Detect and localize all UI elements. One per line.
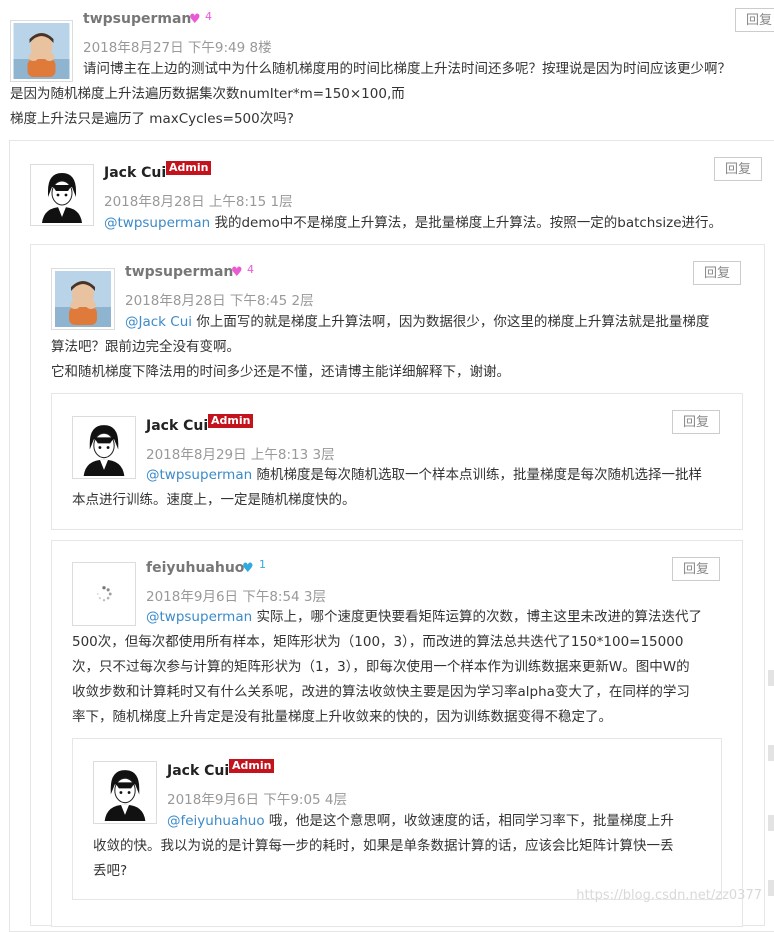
- edge-fragment: [768, 745, 774, 761]
- comment-author[interactable]: Jack Cui: [146, 418, 208, 434]
- comment-line: 你上面写的就是梯度上升算法啊，因为数据很少，你这里的梯度上升算法就是批量梯度: [192, 314, 710, 330]
- heart-count: 4: [205, 10, 212, 23]
- edge-fragment: [768, 880, 774, 896]
- comment-line: 本点进行训练。速度上，一定是随机梯度快的。: [72, 492, 356, 508]
- edge-fragment: [768, 670, 774, 686]
- heart-icon: ♥: [231, 265, 243, 280]
- mention-link[interactable]: @twpsuperman: [146, 467, 252, 483]
- avatar[interactable]: [30, 164, 94, 226]
- reply-button[interactable]: 回复: [714, 157, 762, 181]
- comment-line: 随机梯度是每次随机选取一个样本点训练，批量梯度是每次随机选择一批样: [252, 467, 702, 483]
- comment-meta: 2018年9月6日 下午8:54 3层: [146, 589, 327, 605]
- comment-line: 梯度上升法只是遍历了 maxCycles=500次吗?: [10, 111, 294, 127]
- comment-author[interactable]: feiyuhuahuo: [146, 560, 244, 576]
- admin-badge: Admin: [166, 161, 212, 175]
- mention-link[interactable]: @twpsuperman: [104, 215, 210, 231]
- mention-link[interactable]: @feiyuhuahuo: [167, 813, 265, 829]
- comment-text: @feiyuhuahuo 哦，他是这个意思啊，收敛速度的话，相同学习率下，批量梯…: [167, 809, 717, 834]
- comment-line: 收敛的快。我以为说的是计算每一步的耗时，如果是单条数据计算的话，应该会比矩阵计算…: [93, 838, 674, 854]
- comment-line: 500次，但每次都使用所有样本，矩阵形状为（100，3），而改进的算法总共迭代了…: [72, 634, 684, 650]
- comment-line: 实际上，哪个速度更快要看矩阵运算的次数，博主这里未改进的算法迭代了: [252, 609, 702, 625]
- comment-meta: 2018年8月28日 下午8:45 2层: [125, 293, 314, 309]
- edge-fragment: [768, 815, 774, 831]
- comment-meta: 2018年9月6日 下午9:05 4层: [167, 792, 348, 808]
- heart-count: 4: [247, 263, 254, 276]
- comment-author[interactable]: Jack Cui: [104, 165, 166, 181]
- comment-author[interactable]: twpsuperman: [83, 11, 191, 27]
- comment-text: @Jack Cui 你上面写的就是梯度上升算法啊，因为数据很少，你这里的梯度上升…: [125, 310, 740, 335]
- comment-text: 收敛的快。我以为说的是计算每一步的耗时，如果是单条数据计算的话，应该会比矩阵计算…: [93, 834, 718, 884]
- comment-line: 算法吧？跟前边完全没有变啊。: [51, 339, 240, 355]
- comment-meta: 2018年8月28日 上午8:15 1层: [104, 194, 293, 210]
- mention-link[interactable]: @twpsuperman: [146, 609, 252, 625]
- comment-line: 次，只不过每次参与计算的矩阵形状为（1，3），即每次使用一个样本作为训练数据来更…: [72, 659, 690, 675]
- comment-text: @twpsuperman 实际上，哪个速度更快要看矩阵运算的次数，博主这里未改进…: [146, 605, 736, 630]
- avatar[interactable]: [72, 416, 136, 479]
- comment-text: 本点进行训练。速度上，一定是随机梯度快的。: [72, 488, 732, 513]
- heart-count: 1: [259, 558, 266, 571]
- comment-text: @twpsuperman 随机梯度是每次随机选取一个样本点训练，批量梯度是每次随…: [146, 463, 736, 488]
- admin-badge: Admin: [208, 414, 254, 428]
- comment-line: 丢吧?: [93, 863, 128, 879]
- comment-line: 请问博主在上边的测试中为什么随机梯度用的时间比梯度上升法时间还多呢？按理说是因为…: [83, 61, 731, 77]
- heart-icon: ♥: [242, 561, 254, 576]
- comment-author[interactable]: Jack Cui: [167, 763, 229, 779]
- comment-text: 算法吧？跟前边完全没有变啊。 它和随机梯度下降法用的时间多少还是不懂，还请博主能…: [51, 335, 741, 385]
- reply-button[interactable]: 回复: [693, 261, 741, 285]
- avatar[interactable]: [93, 761, 157, 824]
- comment-text: 请问博主在上边的测试中为什么随机梯度用的时间比梯度上升法时间还多呢？按理说是因为…: [83, 57, 773, 82]
- comment-line: 我的demo中不是梯度上升算法，是批量梯度上升算法。按照一定的batchsize…: [210, 215, 723, 231]
- avatar[interactable]: [72, 562, 136, 626]
- comment-line: 率下，随机梯度上升肯定是没有批量梯度上升收敛来的快的，因为训练数据变得不稳定了。: [72, 709, 612, 725]
- comment-meta: 2018年8月29日 上午8:13 3层: [146, 447, 335, 463]
- comment-text: 是因为随机梯度上升法遍历数据集次数numIter*m=150×100,而 梯度上…: [10, 82, 770, 132]
- comment-line: 哦，他是这个意思啊，收敛速度的话，相同学习率下，批量梯度上升: [264, 813, 674, 829]
- reply-button[interactable]: 回复: [735, 8, 774, 32]
- watermark: https://blog.csdn.net/zz0377: [576, 888, 762, 903]
- comment-text: @twpsuperman 我的demo中不是梯度上升算法，是批量梯度上升算法。按…: [104, 211, 744, 236]
- comment-meta: 2018年8月27日 下午9:49 8楼: [83, 40, 272, 56]
- comment-line: 收敛步数和计算耗时又有什么关系呢，改进的算法收敛快主要是因为学习率alpha变大…: [72, 684, 690, 700]
- avatar[interactable]: [10, 20, 73, 82]
- reply-button[interactable]: 回复: [672, 557, 720, 581]
- comment-author[interactable]: twpsuperman: [125, 264, 233, 280]
- heart-icon: ♥: [189, 12, 201, 27]
- comment-text: 500次，但每次都使用所有样本，矩阵形状为（100，3），而改进的算法总共迭代了…: [72, 630, 762, 730]
- admin-badge: Admin: [229, 759, 275, 773]
- mention-link[interactable]: @Jack Cui: [125, 314, 192, 330]
- avatar[interactable]: [51, 268, 115, 330]
- comment-line: 是因为随机梯度上升法遍历数据集次数numIter*m=150×100,而: [10, 86, 405, 102]
- loading-spinner-icon: [75, 565, 133, 623]
- comment-line: 它和随机梯度下降法用的时间多少还是不懂，还请博主能详细解释下，谢谢。: [51, 364, 510, 380]
- reply-button[interactable]: 回复: [672, 410, 720, 434]
